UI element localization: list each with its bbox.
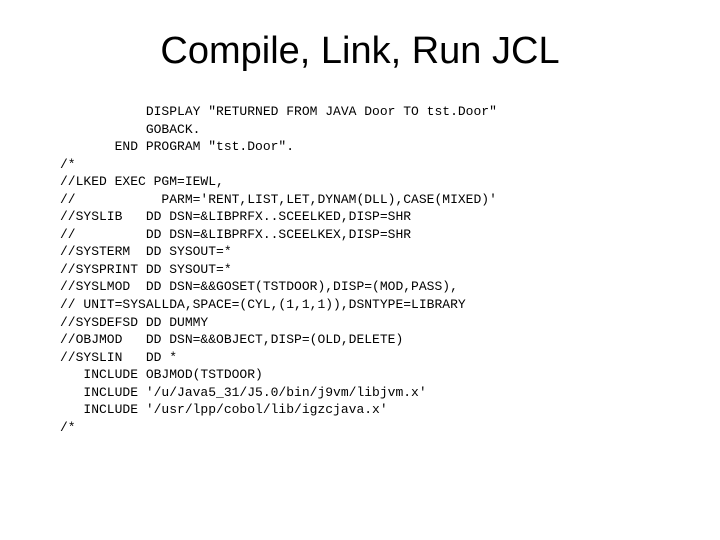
slide-title: Compile, Link, Run JCL: [40, 30, 680, 73]
code-block: DISPLAY "RETURNED FROM JAVA Door TO tst.…: [60, 103, 680, 436]
slide: Compile, Link, Run JCL DISPLAY "RETURNED…: [0, 0, 720, 540]
